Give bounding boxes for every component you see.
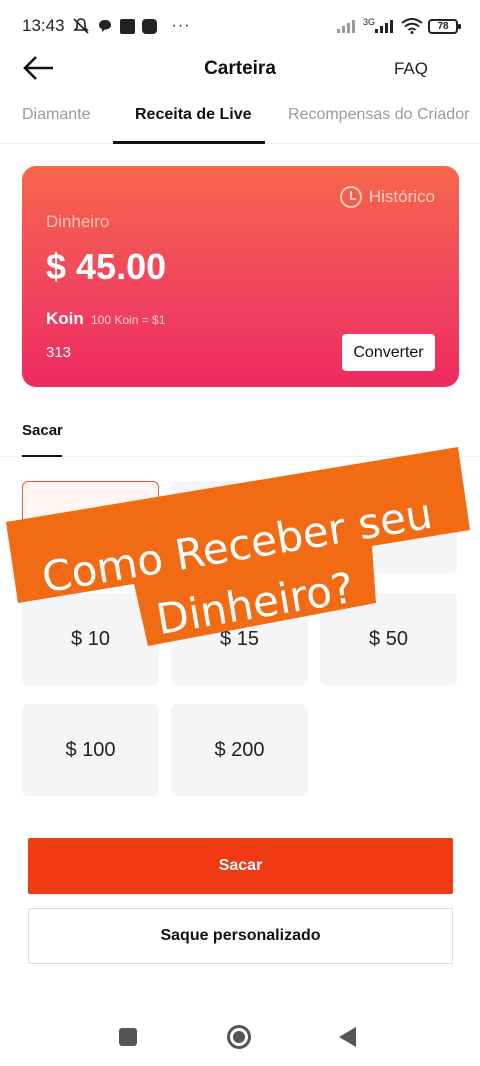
tab-creator-rewards[interactable]: Recompensas do Criador	[288, 106, 469, 124]
withdraw-section-label[interactable]: Sacar	[22, 422, 63, 439]
status-left: 13:43 ···	[22, 16, 191, 36]
wifi-icon	[401, 18, 423, 34]
home-icon[interactable]	[227, 1025, 251, 1049]
active-tab-indicator	[113, 141, 265, 144]
signal-icon	[375, 20, 393, 33]
history-label: Histórico	[368, 187, 435, 206]
amount-option-100[interactable]: $ 100	[22, 704, 159, 796]
chat-bubble-icon	[98, 20, 111, 32]
custom-withdraw-button[interactable]: Saque personalizado	[28, 908, 453, 964]
cash-balance: $ 45.00	[46, 246, 167, 287]
more-notifications-icon: ···	[171, 17, 191, 34]
notification-icon	[141, 18, 157, 34]
amount-option[interactable]	[171, 481, 308, 573]
app-header: Carteira FAQ	[0, 48, 480, 88]
clock-icon	[339, 186, 362, 208]
amount-option[interactable]	[320, 481, 457, 573]
section-indicator	[22, 455, 62, 457]
tab-diamond[interactable]: Diamante	[22, 106, 90, 124]
cash-label: Dinheiro	[46, 212, 110, 231]
signal-icon	[336, 20, 355, 33]
notification-icon	[119, 18, 135, 34]
amount-option-selected[interactable]	[22, 481, 159, 573]
status-time: 13:43	[22, 16, 65, 35]
amount-option-50[interactable]: $ 50	[320, 593, 457, 685]
system-nav-bar	[0, 1006, 480, 1066]
muted-bell-icon	[72, 18, 89, 34]
tab-bar: Diamante Receita de Live Recompensas do …	[0, 92, 480, 144]
koin-label: Koin	[46, 309, 84, 328]
section-divider	[0, 456, 480, 457]
history-link[interactable]: Histórico	[339, 186, 435, 208]
koin-balance: 313	[46, 344, 72, 361]
koin-rate: 100 Koin = $1	[91, 313, 166, 327]
battery-icon: 78	[428, 18, 461, 34]
faq-link[interactable]: FAQ	[394, 59, 428, 79]
status-bar: 13:43 ··· 3G 78	[0, 0, 480, 52]
withdraw-button[interactable]: Sacar	[28, 838, 453, 894]
amount-option-200[interactable]: $ 200	[171, 704, 308, 796]
amount-option-15[interactable]: $ 15	[171, 593, 308, 685]
balance-card: Histórico Dinheiro $ 45.00 Koin 100 Koin…	[22, 166, 459, 387]
status-right: 3G 78	[336, 17, 461, 34]
convert-button[interactable]: Converter	[342, 334, 435, 371]
back-triangle-icon[interactable]	[339, 1027, 356, 1047]
tab-live-revenue[interactable]: Receita de Live	[135, 106, 252, 124]
amount-option-10[interactable]: $ 10	[22, 593, 159, 685]
recent-apps-icon[interactable]	[119, 1028, 137, 1046]
